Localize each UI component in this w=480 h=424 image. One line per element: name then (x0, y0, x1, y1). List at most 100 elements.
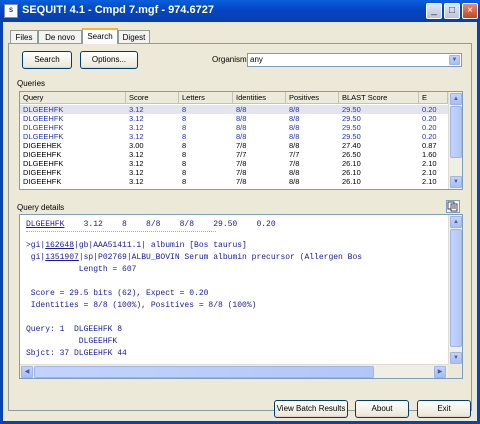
cell-positives: 7/7 (289, 150, 300, 159)
query-details-label: Query details (17, 203, 65, 212)
organism-select[interactable]: any ▼ (247, 53, 462, 67)
table-row[interactable]: DIGEEHFK 3.12 8 7/8 8/8 26.10 2.10 (20, 168, 448, 177)
queries-scrollbar[interactable]: ▲ ▼ (448, 92, 462, 189)
cell-letters: 8 (182, 123, 187, 132)
gi-link-1351907[interactable]: 1351907 (45, 253, 79, 262)
cell-score: 3.12 (129, 105, 144, 114)
column-header-e[interactable]: E (419, 92, 448, 104)
cell-letters: 8 (182, 150, 187, 159)
cell-positives: 8/8 (289, 168, 300, 177)
summary-query-link[interactable]: DLGEEHFK (26, 220, 64, 229)
cell-blast-score: 29.50 (342, 132, 361, 141)
table-row[interactable]: DIGEEHEK 3.00 8 7/8 8/8 27.40 0.87 (20, 141, 448, 150)
table-row[interactable]: DLGEEHFK 3.12 8 8/8 8/8 29.50 0.20 (20, 114, 448, 123)
cell-e: 0.20 (422, 132, 437, 141)
scroll-up-icon[interactable]: ▲ (450, 93, 462, 105)
scroll-thumb[interactable] (450, 229, 462, 347)
cell-query: DLGEEHFK (23, 105, 64, 114)
cell-e: 0.87 (422, 141, 437, 150)
cell-identities: 8/8 (236, 105, 247, 114)
cell-letters: 8 (182, 168, 187, 177)
cell-query: DIGEEHEK (23, 141, 62, 150)
column-header-identities[interactable]: Identities (233, 92, 286, 104)
scroll-thumb[interactable] (34, 366, 374, 378)
table-row[interactable]: DLGEEHFK 3.12 8 8/8 8/8 29.50 0.20 (20, 132, 448, 141)
cell-score: 3.00 (129, 141, 144, 150)
cell-score: 3.12 (129, 114, 144, 123)
cell-letters: 8 (182, 132, 187, 141)
organism-label: Organism (212, 55, 247, 64)
cell-positives: 8/8 (289, 114, 300, 123)
scroll-thumb[interactable] (450, 106, 462, 158)
table-row[interactable]: DIGEEHFK 3.12 8 7/8 8/8 26.10 2.10 (20, 177, 448, 186)
minimize-button[interactable]: _ (426, 3, 442, 19)
scroll-down-icon[interactable]: ▼ (450, 176, 462, 188)
about-button[interactable]: About (355, 400, 409, 418)
cell-e: 2.10 (422, 159, 437, 168)
cell-letters: 8 (182, 177, 187, 186)
column-header-score[interactable]: Score (126, 92, 179, 104)
query-details-panel[interactable]: DLGEEHFK 3.12 8 8/8 8/8 29.50 0.20 >gi|1… (19, 214, 463, 379)
tab-search[interactable]: Search (82, 28, 118, 44)
column-header-query[interactable]: Query (20, 92, 126, 104)
maximize-button[interactable]: □ (444, 3, 460, 19)
cell-score: 3.12 (129, 150, 144, 159)
table-row[interactable]: DLGEEHFK 3.12 8 8/8 8/8 29.50 0.20 (20, 105, 448, 114)
cell-query: DIGEEHFK (23, 150, 62, 159)
hit-line-2: gi|1351907|sp|P02769|ALBU_BOVIN Serum al… (26, 253, 363, 262)
cell-e: 0.20 (422, 123, 437, 132)
column-header-blast-score[interactable]: BLAST Score (339, 92, 419, 104)
queries-table[interactable]: Query Score Letters Identities Positives… (19, 91, 463, 190)
details-vscrollbar[interactable]: ▲ ▼ (448, 215, 462, 365)
table-row[interactable]: DLGEEHFK 3.12 8 8/8 8/8 29.50 0.20 (20, 123, 448, 132)
scroll-up-icon[interactable]: ▲ (450, 216, 462, 228)
tab-de-novo[interactable]: De novo (38, 30, 82, 44)
exit-button[interactable]: Exit (417, 400, 471, 418)
cell-score: 3.12 (129, 177, 144, 186)
window-title: SEQUIT! 4.1 - Cmpd 7.mgf - 974.6727 (22, 4, 214, 16)
options-button[interactable]: Options... (80, 51, 138, 69)
cell-blast-score: 29.50 (342, 105, 361, 114)
cell-letters: 8 (182, 114, 187, 123)
hit-line-1: >gi|162648|gb|AAA51411.1| albumin [Bos t… (26, 241, 247, 250)
cell-identities: 8/8 (236, 114, 247, 123)
cell-query: DIGEEHFK (23, 177, 62, 186)
search-button[interactable]: Search (22, 51, 72, 69)
cell-positives: 7/8 (289, 159, 300, 168)
cell-score: 3.12 (129, 159, 144, 168)
tab-files[interactable]: Files (10, 30, 38, 44)
length-line: Length = 607 (26, 265, 137, 274)
cell-identities: 7/8 (236, 159, 247, 168)
app-icon[interactable]: S (4, 4, 18, 18)
cell-positives: 8/8 (289, 177, 300, 186)
sbjct-align-line: Sbjct: 37 DLGEEHFK 44 (26, 349, 127, 358)
table-row[interactable]: DLGEEHFK 3.12 8 7/8 7/8 26.10 2.10 (20, 159, 448, 168)
cell-blast-score: 26.10 (342, 177, 361, 186)
cell-identities: 7/8 (236, 141, 247, 150)
cell-score: 3.12 (129, 132, 144, 141)
chevron-down-icon[interactable]: ▼ (449, 55, 460, 65)
scroll-right-icon[interactable]: ▶ (434, 366, 446, 378)
cell-e: 1.60 (422, 150, 437, 159)
tab-digest[interactable]: Digest (118, 30, 150, 44)
cell-letters: 8 (182, 141, 187, 150)
identities-line: Identities = 8/8 (100%), Positives = 8/8… (26, 301, 257, 310)
scroll-down-icon[interactable]: ▼ (450, 352, 462, 364)
scroll-left-icon[interactable]: ◀ (21, 366, 33, 378)
close-button[interactable]: × (462, 3, 478, 19)
column-header-letters[interactable]: Letters (179, 92, 233, 104)
details-hscrollbar[interactable]: ◀ ▶ (20, 364, 448, 378)
copy-icon[interactable] (446, 200, 460, 213)
cell-query: DLGEEHFK (23, 123, 64, 132)
cell-identities: 8/8 (236, 123, 247, 132)
scroll-corner (448, 364, 462, 378)
cell-score: 3.12 (129, 168, 144, 177)
cell-positives: 8/8 (289, 141, 300, 150)
view-batch-results-button[interactable]: View Batch Results (274, 400, 348, 418)
match-align-line: DLGEEHFK (26, 337, 118, 346)
cell-identities: 7/8 (236, 168, 247, 177)
column-header-positives[interactable]: Positives (286, 92, 339, 104)
table-row[interactable]: DIGEEHFK 3.12 8 7/7 7/7 26.50 1.60 (20, 150, 448, 159)
gi-link-162648[interactable]: 162648 (45, 241, 74, 250)
cell-identities: 7/8 (236, 177, 247, 186)
